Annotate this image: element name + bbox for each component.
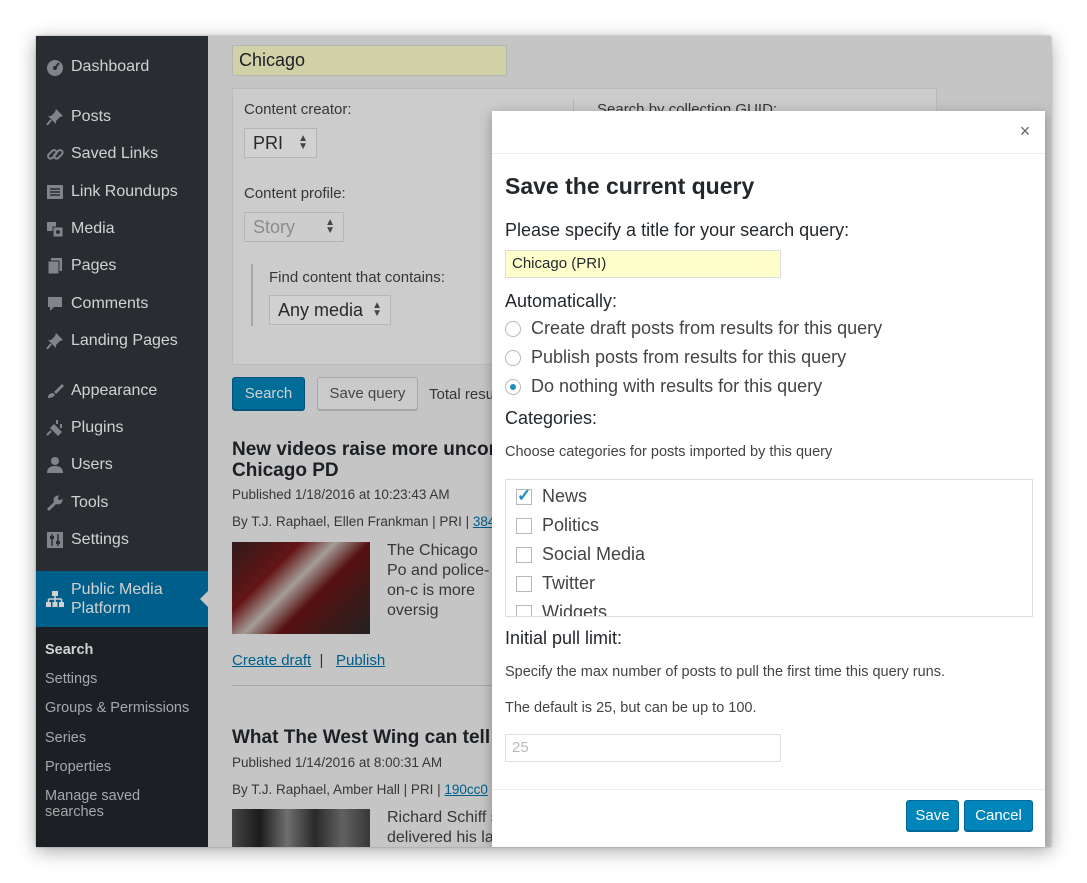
category-item-twitter[interactable]: Twitter bbox=[516, 573, 595, 594]
category-item-widgets[interactable]: Widgets bbox=[516, 602, 607, 616]
automatically-label: Automatically: bbox=[505, 291, 618, 311]
modal-title: Save the current query bbox=[505, 173, 755, 199]
save-query-modal: × Save the current query Please specify … bbox=[492, 111, 1045, 847]
pull-limit-label: Initial pull limit: bbox=[505, 628, 623, 648]
category-item-social-media[interactable]: Social Media bbox=[516, 544, 645, 565]
checkbox[interactable] bbox=[516, 546, 532, 563]
checkbox[interactable] bbox=[516, 604, 532, 616]
query-title-label: Please specify a title for your search q… bbox=[505, 220, 850, 240]
categories-list[interactable]: News Politics Social Media Twitter Widge… bbox=[505, 479, 1033, 617]
query-title-input[interactable]: Chicago (PRI) bbox=[505, 250, 781, 278]
cancel-button[interactable]: Cancel bbox=[964, 800, 1033, 831]
divider bbox=[492, 789, 1045, 790]
categories-label: Categories: bbox=[505, 408, 598, 428]
option-publish[interactable]: Publish posts from results for this quer… bbox=[505, 347, 846, 368]
option-create-draft[interactable]: Create draft posts from results for this… bbox=[505, 318, 882, 339]
category-item-news[interactable]: News bbox=[516, 486, 587, 507]
pull-limit-input[interactable]: 25 bbox=[505, 734, 781, 762]
checkbox[interactable] bbox=[516, 517, 532, 534]
save-button[interactable]: Save bbox=[906, 800, 959, 831]
radio-button-selected[interactable] bbox=[505, 378, 521, 395]
divider bbox=[492, 153, 1045, 154]
checkbox[interactable] bbox=[516, 575, 532, 592]
checkbox-checked[interactable] bbox=[516, 486, 532, 506]
app-frame: Dashboard Posts Saved Links Link Roundup… bbox=[36, 36, 1051, 847]
close-icon[interactable]: × bbox=[1015, 121, 1035, 141]
radio-button[interactable] bbox=[505, 320, 521, 337]
radio-button[interactable] bbox=[505, 349, 521, 366]
pull-limit-default-note: The default is 25, but can be up to 100. bbox=[505, 700, 757, 716]
category-item-politics[interactable]: Politics bbox=[516, 515, 599, 536]
option-do-nothing[interactable]: Do nothing with results for this query bbox=[505, 376, 822, 397]
categories-help: Choose categories for posts imported by … bbox=[505, 444, 833, 460]
pull-limit-help: Specify the max number of posts to pull … bbox=[505, 664, 946, 680]
